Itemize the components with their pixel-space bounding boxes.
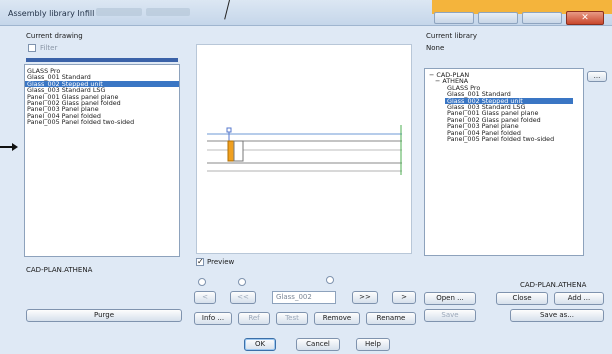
preview-label: Preview [207, 258, 235, 266]
title-blur-2 [146, 8, 190, 16]
browse-library-button[interactable]: ... [587, 71, 607, 82]
first-button[interactable]: < [194, 291, 216, 304]
close-library-button[interactable]: Close [496, 292, 548, 305]
remove-button[interactable]: Remove [314, 312, 360, 325]
info-button[interactable]: Info ... [194, 312, 232, 325]
tree-node[interactable]: Panel_005 Panel folded two-sided [425, 135, 583, 142]
pointer-line [224, 0, 230, 20]
drawing-list-items: GLASS Pro Glass_001 Standard Glass_002 S… [25, 65, 179, 126]
window-title: Assembly library Infill [8, 9, 95, 18]
radio-option-1[interactable] [198, 278, 206, 286]
current-item-field[interactable]: Glass_002 [272, 291, 336, 304]
restore-button[interactable] [522, 12, 562, 24]
radio-option-3[interactable] [326, 276, 334, 284]
cancel-button[interactable]: Cancel [296, 338, 340, 351]
filter-progress-bar [26, 58, 178, 62]
open-button[interactable]: Open ... [424, 292, 476, 305]
pointer-arrow-head [12, 143, 18, 151]
filter-label: Filter [40, 44, 58, 52]
left-footer-label: CAD-PLAN.ATHENA [26, 266, 93, 274]
right-footer-label: CAD-PLAN.ATHENA [520, 281, 587, 289]
minimize-button[interactable] [434, 12, 474, 24]
last-button[interactable]: > [392, 291, 416, 304]
collapse-icon[interactable]: − [435, 77, 440, 85]
add-button[interactable]: Add ... [554, 292, 604, 305]
close-button[interactable]: ✕ [566, 11, 604, 25]
filter-checkbox[interactable] [28, 44, 36, 52]
preview-pane [196, 44, 412, 254]
radio-option-2[interactable] [238, 278, 246, 286]
help-button[interactable]: Help [356, 338, 390, 351]
library-value: None [426, 44, 445, 52]
library-tree-items: − CAD-PLAN − ATHENA GLASS Pro Glass_001 … [425, 69, 583, 142]
ok-button[interactable]: OK [244, 338, 276, 351]
library-tree[interactable]: − CAD-PLAN − ATHENA GLASS Pro Glass_001 … [424, 68, 584, 256]
ref-button[interactable]: Ref [238, 312, 270, 325]
save-button[interactable]: Save [424, 309, 476, 322]
test-button[interactable]: Test [276, 312, 308, 325]
maximize-button[interactable] [478, 12, 518, 24]
title-blur-1 [96, 8, 142, 16]
previous-button[interactable]: << [230, 291, 256, 304]
preview-checkbox[interactable]: ✓ [196, 257, 204, 266]
title-bar[interactable]: Assembly library Infill ✕ [0, 0, 612, 26]
assembly-preview-drawing [207, 125, 402, 175]
preview-check-mark: ✓ [197, 257, 204, 266]
save-as-button[interactable]: Save as... [510, 309, 604, 322]
drawing-list[interactable]: GLASS Pro Glass_001 Standard Glass_002 S… [24, 64, 180, 257]
rename-button[interactable]: Rename [366, 312, 416, 325]
current-library-heading: Current library [426, 32, 478, 40]
current-drawing-heading: Current drawing [26, 32, 83, 40]
purge-button[interactable]: Purge [26, 309, 182, 322]
list-item[interactable]: Panel_005 Panel folded two-sided [25, 119, 179, 126]
next-button[interactable]: >> [352, 291, 378, 304]
collapse-icon[interactable]: − [429, 71, 434, 79]
